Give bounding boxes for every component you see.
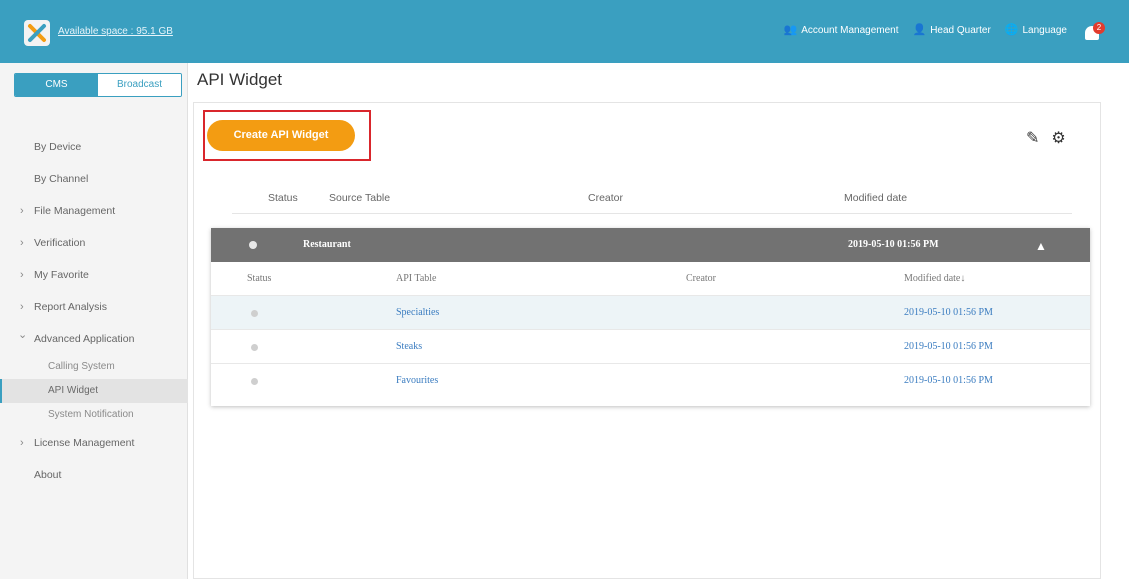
- account-management-link[interactable]: 👥 Account Management: [783, 24, 899, 37]
- top-nav: 👥 Account Management 👤 Head Quarter 🌐 La…: [783, 24, 1068, 37]
- sidebar-subitem-system-notification[interactable]: System Notification: [0, 403, 188, 427]
- toolbar: ✎ ⚙: [1026, 128, 1066, 148]
- table-row[interactable]: Favourites 2019-05-10 01:56 PM: [211, 364, 1090, 398]
- group-name: Restaurant: [303, 239, 351, 250]
- chevron-up-icon[interactable]: ▲: [1035, 239, 1047, 254]
- group-modified-date: 2019-05-10 01:56 PM: [848, 239, 939, 250]
- row-modified-date: 2019-05-10 01:56 PM: [904, 307, 993, 318]
- sidebar-item-by-channel[interactable]: By Channel: [0, 163, 188, 195]
- app-logo[interactable]: [24, 20, 50, 46]
- sidebar-item-by-device[interactable]: By Device: [0, 131, 188, 163]
- table-header: Status Source Table Creator Modified dat…: [232, 192, 1072, 214]
- notification-badge: 2: [1093, 22, 1105, 34]
- column-status[interactable]: Status: [268, 192, 298, 204]
- sidebar-item-advanced-application[interactable]: Advanced Application: [0, 319, 188, 355]
- sidebar-subitem-api-widget[interactable]: API Widget: [0, 379, 188, 403]
- mode-switch: CMS Broadcast: [14, 73, 182, 97]
- table-row[interactable]: Specialties 2019-05-10 01:56 PM: [211, 296, 1090, 330]
- column-modified-date[interactable]: Modified date: [844, 192, 907, 204]
- logo-icon: [28, 24, 46, 42]
- sidebar-item-about[interactable]: About: [0, 459, 188, 491]
- head-quarter-label: Head Quarter: [930, 25, 991, 36]
- sidebar: CMS Broadcast By Device By Channel File …: [0, 63, 188, 579]
- api-table-link[interactable]: Steaks: [396, 341, 422, 352]
- source-group-restaurant: Restaurant 2019-05-10 01:56 PM ▲ Status …: [211, 228, 1090, 406]
- column-source-table[interactable]: Source Table: [329, 192, 390, 204]
- subcolumn-creator[interactable]: Creator: [686, 273, 716, 284]
- status-dot: [251, 344, 258, 351]
- language-label: Language: [1022, 25, 1068, 36]
- gear-icon[interactable]: ⚙: [1051, 128, 1065, 148]
- tab-broadcast[interactable]: Broadcast: [98, 74, 181, 96]
- sidebar-item-verification[interactable]: Verification: [0, 227, 188, 259]
- status-dot: [251, 310, 258, 317]
- subcolumn-status[interactable]: Status: [247, 273, 271, 284]
- user-icon: 👤: [912, 24, 927, 36]
- top-bar: Available space : 95.1 GB 👥 Account Mana…: [0, 0, 1129, 63]
- sidebar-item-report-analysis[interactable]: Report Analysis: [0, 291, 188, 323]
- api-table-link[interactable]: Favourites: [396, 375, 438, 386]
- sidebar-menu: By Device By Channel File Management Ver…: [0, 131, 188, 491]
- sidebar-item-file-management[interactable]: File Management: [0, 195, 188, 227]
- status-dot: [249, 241, 257, 249]
- language-link[interactable]: 🌐 Language: [1004, 24, 1068, 37]
- head-quarter-link[interactable]: 👤 Head Quarter: [912, 24, 991, 37]
- column-creator[interactable]: Creator: [588, 192, 623, 204]
- row-modified-date: 2019-05-10 01:56 PM: [904, 341, 993, 352]
- account-management-label: Account Management: [801, 25, 899, 36]
- table-row[interactable]: Steaks 2019-05-10 01:56 PM: [211, 330, 1090, 364]
- api-table-link[interactable]: Specialties: [396, 307, 439, 318]
- status-dot: [251, 378, 258, 385]
- notification-bell-button[interactable]: 2: [1085, 22, 1105, 42]
- globe-icon: 🌐: [1004, 24, 1019, 36]
- sidebar-item-license-management[interactable]: License Management: [0, 427, 188, 459]
- page-title: API Widget: [197, 70, 283, 89]
- row-modified-date: 2019-05-10 01:56 PM: [904, 375, 993, 386]
- sidebar-item-my-favorite[interactable]: My Favorite: [0, 259, 188, 291]
- sidebar-subitem-calling-system[interactable]: Calling System: [0, 355, 188, 379]
- group-header[interactable]: Restaurant 2019-05-10 01:56 PM ▲: [211, 228, 1090, 262]
- subtable-header: Status API Table Creator Modified date↓: [211, 262, 1090, 296]
- users-icon: 👥: [783, 24, 798, 36]
- available-space-link[interactable]: Available space : 95.1 GB: [58, 26, 173, 37]
- highlight-box: [203, 110, 371, 161]
- subcolumn-api-table[interactable]: API Table: [396, 273, 437, 284]
- edit-icon[interactable]: ✎: [1026, 128, 1039, 148]
- subcolumn-modified-date[interactable]: Modified date↓: [904, 273, 965, 284]
- tab-cms[interactable]: CMS: [15, 74, 98, 96]
